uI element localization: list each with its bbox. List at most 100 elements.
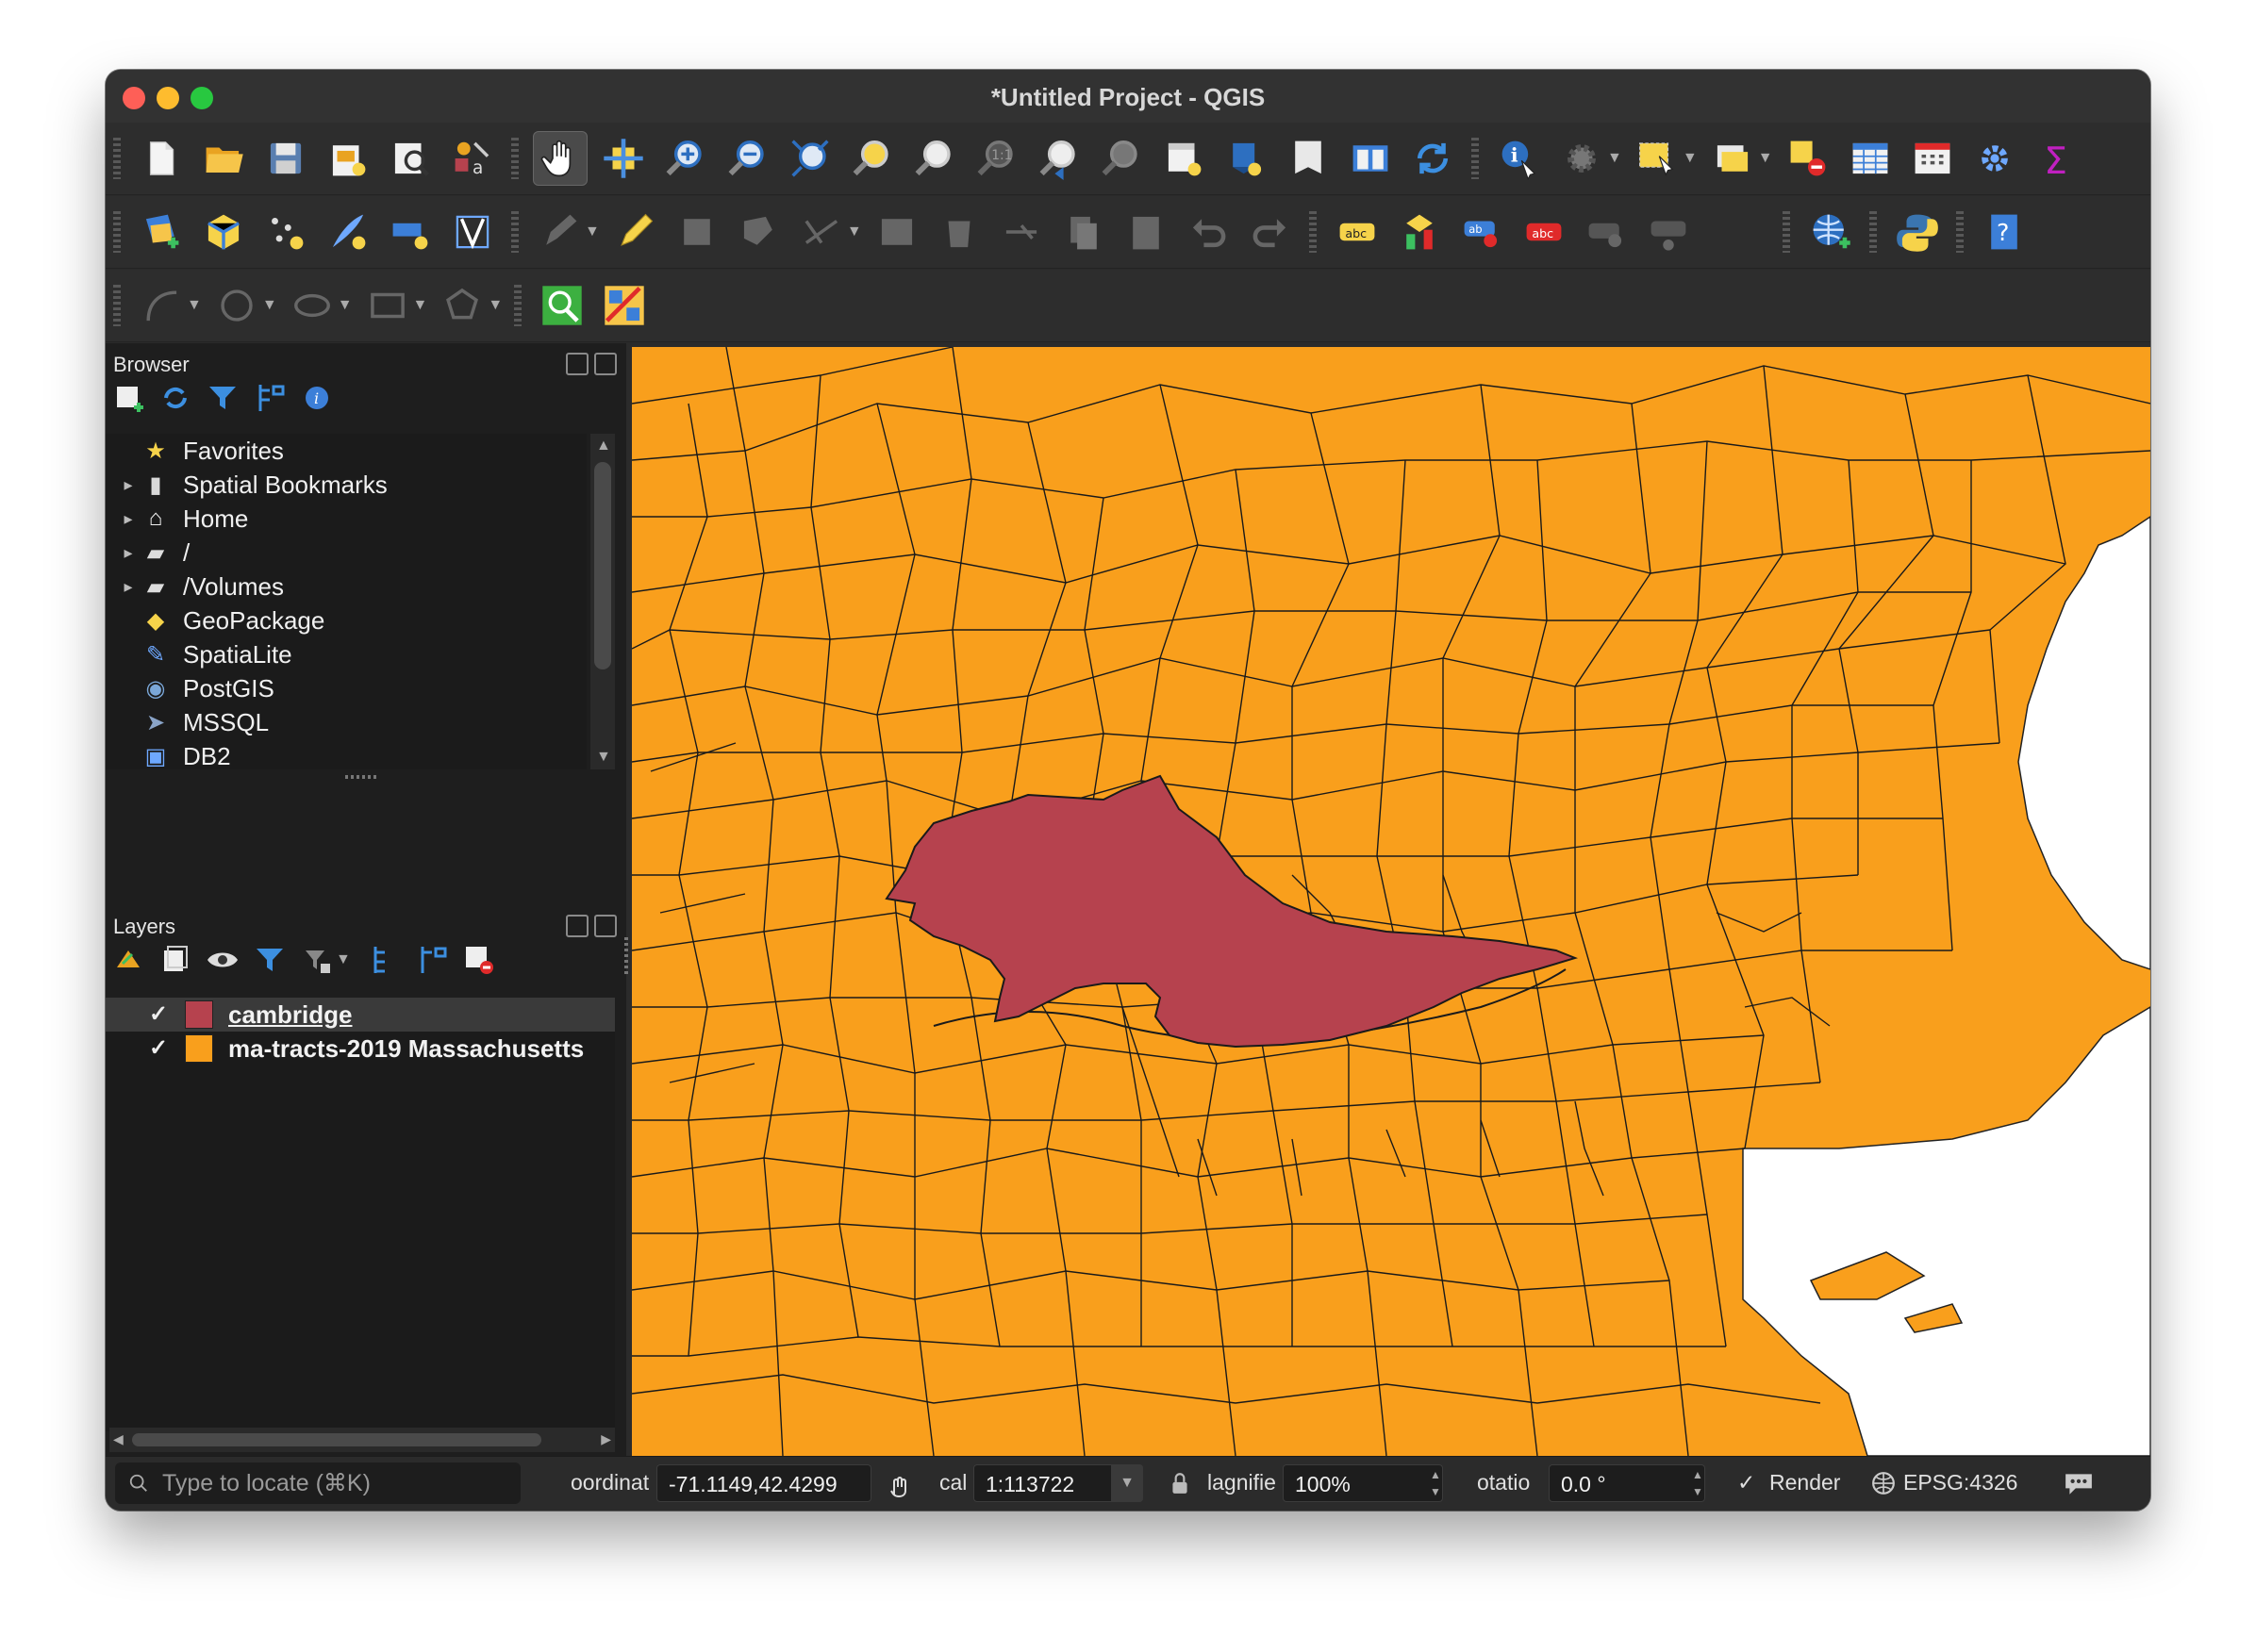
chevron-down-icon[interactable]: ▼ <box>336 951 351 968</box>
delete-selected-icon[interactable] <box>933 206 986 258</box>
paste-features-icon[interactable] <box>1120 206 1172 258</box>
style-panel-icon[interactable] <box>111 943 145 977</box>
help-icon[interactable]: ? <box>1978 206 2031 258</box>
new-spatialite-layer-icon[interactable] <box>322 206 374 258</box>
new-map-view-icon[interactable] <box>1157 132 1210 185</box>
new-project-icon[interactable] <box>135 132 188 185</box>
chevron-down-icon[interactable]: ▼ <box>585 223 600 240</box>
zoom-next-icon[interactable] <box>1095 132 1148 185</box>
show-bookmarks-icon[interactable] <box>1344 132 1397 185</box>
layer-visibility-checkbox[interactable]: ✓ <box>149 1037 170 1060</box>
zoom-last-icon[interactable] <box>1033 132 1086 185</box>
render-checkbox[interactable]: ✓ <box>1737 1470 1755 1495</box>
expand-all-icon[interactable] <box>368 943 402 977</box>
splitter-handle[interactable] <box>345 775 379 779</box>
add-layer-icon[interactable] <box>111 381 145 415</box>
close-panel-button[interactable] <box>594 353 617 375</box>
chevron-down-icon[interactable]: ▼ <box>338 297 353 314</box>
layer-symbol-swatch[interactable] <box>185 1034 213 1063</box>
toolbar-handle[interactable] <box>1955 211 1964 253</box>
new-geopackage-layer-icon[interactable] <box>197 206 250 258</box>
statistical-summary-icon[interactable] <box>1906 132 1959 185</box>
crs-button[interactable]: EPSG:4326 <box>1903 1470 2017 1495</box>
chevron-right-icon[interactable]: ▸ <box>115 475 141 495</box>
close-panel-button[interactable] <box>594 915 617 937</box>
browser-item[interactable]: ◆ GeoPackage <box>106 603 587 637</box>
messages-icon[interactable] <box>2064 1470 2094 1496</box>
layers-hscrollbar[interactable]: ◀ ▶ <box>109 1428 615 1452</box>
add-circle-icon[interactable] <box>210 279 263 332</box>
float-panel-button[interactable] <box>566 915 589 937</box>
browser-scrollbar[interactable]: ▲ ▼ <box>590 434 615 769</box>
field-calculator-icon[interactable]: Σ <box>2031 132 2083 185</box>
layer-row[interactable]: ✓ ma-tracts-2019 Massachusetts <box>106 1032 615 1066</box>
chevron-down-icon[interactable]: ▼ <box>1758 150 1773 167</box>
zoom-out-icon[interactable] <box>722 132 774 185</box>
toolbar-handle[interactable] <box>1471 138 1479 179</box>
chevron-down-icon[interactable]: ▼ <box>262 297 277 314</box>
new-3d-map-icon[interactable] <box>1219 132 1272 185</box>
chevron-right-icon[interactable]: ▸ <box>115 509 141 529</box>
browser-item[interactable]: ▸ ▰ / <box>106 536 587 570</box>
open-project-icon[interactable] <box>197 132 250 185</box>
style-manager-icon[interactable]: a <box>446 132 499 185</box>
data-source-manager-icon[interactable] <box>135 206 188 258</box>
toolbar-handle[interactable] <box>1308 211 1317 253</box>
processing-toolbox-icon[interactable] <box>536 279 589 332</box>
scale-dropdown-button[interactable]: ▼ <box>1111 1464 1143 1502</box>
toolbar-handle[interactable] <box>113 285 121 326</box>
copy-features-icon[interactable] <box>1057 206 1110 258</box>
add-regular-polygon-icon[interactable] <box>436 279 489 332</box>
toolbar-handle[interactable] <box>113 138 121 179</box>
chevron-down-icon[interactable]: ▼ <box>187 297 202 314</box>
splitter-handle[interactable] <box>624 937 628 975</box>
magnifier-spinner[interactable]: ▲ ▼ <box>1426 1466 1445 1500</box>
add-group-icon[interactable] <box>158 943 192 977</box>
extents-toggle-icon[interactable] <box>885 1470 913 1498</box>
browser-item[interactable]: ▣ DB2 <box>106 739 587 770</box>
add-feature-icon[interactable] <box>733 206 786 258</box>
zoom-full-icon[interactable] <box>784 132 837 185</box>
refresh-icon[interactable] <box>1406 132 1459 185</box>
layout-manager-icon[interactable] <box>384 132 437 185</box>
highlight-pinned-labels-icon[interactable]: ab <box>1455 206 1508 258</box>
refresh-icon[interactable] <box>158 381 192 415</box>
browser-item[interactable]: ✎ SpatiaLite <box>106 637 587 671</box>
settings-icon[interactable] <box>1968 132 2021 185</box>
chevron-down-icon[interactable]: ▼ <box>488 297 503 314</box>
digitize-icon[interactable] <box>446 206 499 258</box>
new-bookmark-icon[interactable] <box>1282 132 1335 185</box>
zoom-to-layer-icon[interactable] <box>908 132 961 185</box>
chevron-down-icon[interactable]: ▼ <box>413 297 428 314</box>
toolbar-handle[interactable] <box>1868 211 1877 253</box>
current-edits-icon[interactable] <box>533 206 586 258</box>
pan-map-icon[interactable] <box>533 131 588 186</box>
map-canvas[interactable] <box>632 347 2150 1456</box>
chevron-down-icon[interactable]: ▼ <box>1683 150 1698 167</box>
save-project-icon[interactable] <box>259 132 312 185</box>
select-features-icon[interactable] <box>1631 132 1684 185</box>
layer-visibility-checkbox[interactable]: ✓ <box>149 1003 170 1026</box>
move-label-icon[interactable] <box>1642 206 1695 258</box>
coordinate-field[interactable]: -71.1149,42.4299 <box>656 1464 871 1502</box>
diagram-icon[interactable] <box>1393 206 1446 258</box>
browser-item[interactable]: ◉ PostGIS <box>106 671 587 705</box>
rotation-spinner[interactable]: ▲ ▼ <box>1688 1466 1707 1500</box>
magnifier-field[interactable]: 100% <box>1283 1464 1443 1502</box>
zoom-native-icon[interactable]: 1:1 <box>970 132 1023 185</box>
toolbar-handle[interactable] <box>113 211 121 253</box>
locator-search-input[interactable]: Type to locate (⌘K) <box>115 1462 521 1504</box>
lock-icon[interactable] <box>1168 1470 1192 1496</box>
new-print-layout-icon[interactable] <box>322 132 374 185</box>
select-by-value-icon[interactable] <box>1706 132 1759 185</box>
chevron-down-icon[interactable]: ▼ <box>847 223 862 240</box>
toolbar-handle[interactable] <box>1782 211 1790 253</box>
info-icon[interactable]: i <box>300 381 334 415</box>
toolbar-handle[interactable] <box>511 138 519 179</box>
chevron-right-icon[interactable]: ▸ <box>115 577 141 597</box>
deselect-icon[interactable] <box>1782 132 1834 185</box>
redo-icon[interactable] <box>1244 206 1297 258</box>
add-circular-string-icon[interactable] <box>135 279 188 332</box>
zoom-to-selection-icon[interactable] <box>846 132 899 185</box>
new-scratch-layer-icon[interactable] <box>259 206 312 258</box>
